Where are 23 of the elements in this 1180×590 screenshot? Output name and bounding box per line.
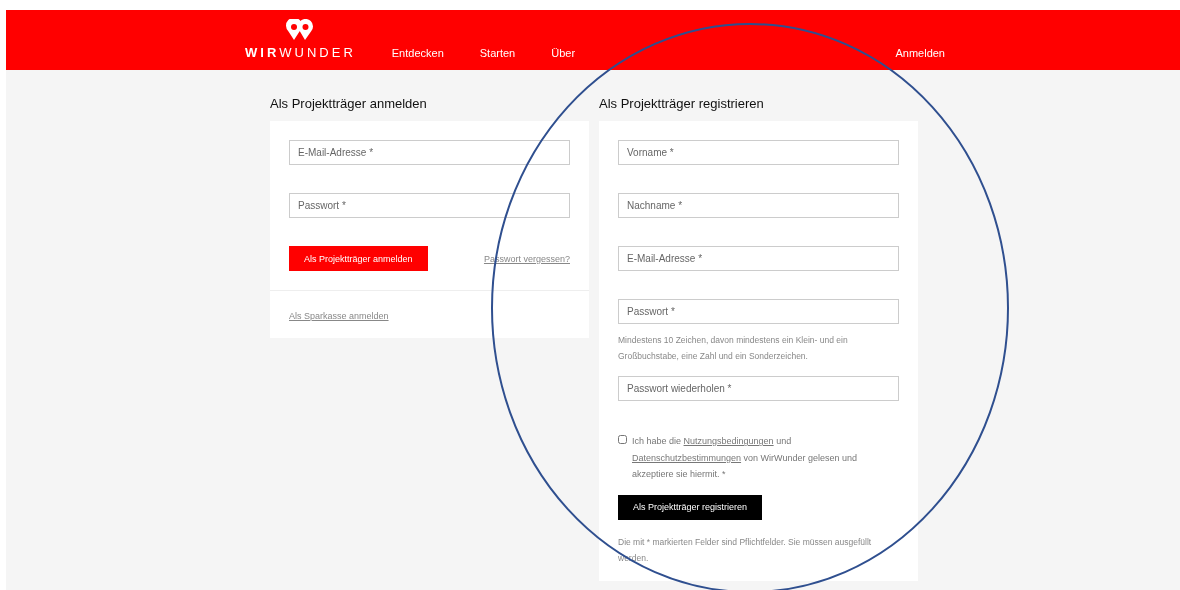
sparkasse-login-link[interactable]: Als Sparkasse anmelden <box>289 311 389 321</box>
register-button[interactable]: Als Projektträger registrieren <box>618 494 763 520</box>
input-field[interactable]: Passwort wiederholen * <box>618 376 899 401</box>
map-pin-pair-icon[interactable] <box>285 19 316 41</box>
input-field[interactable]: E-Mail-Adresse * <box>618 246 899 271</box>
terms-link[interactable]: Nutzungsbedingungen <box>683 436 774 446</box>
input-field[interactable]: Nachname * <box>618 193 899 218</box>
section-title: Als Projektträger anmelden <box>270 96 428 111</box>
privacy-link[interactable]: Datenschutzbestimmungen <box>632 452 742 463</box>
consent-text: Ich habe die Nutzungsbedingungen und Datenschutzbestimmungen von WirWunder gelesen und akzeptiere sie hiermit. * <box>632 435 858 481</box>
section-title: Als Projektträger registrieren <box>599 96 765 111</box>
login-link[interactable]: Anmelden <box>895 47 945 60</box>
nav-link[interactable]: Starten <box>479 47 516 60</box>
input-field[interactable]: Passwort * <box>289 193 570 218</box>
nav-link[interactable]: Entdecken <box>391 47 444 60</box>
input-field[interactable]: Passwort * <box>618 299 899 324</box>
consent-checkbox[interactable] <box>618 435 627 444</box>
logo-wordmark[interactable]: WIRWUNDER <box>245 45 356 60</box>
login-button[interactable]: Als Projektträger anmelden <box>289 246 428 271</box>
input-field[interactable]: Vorname * <box>618 140 899 165</box>
nav-link[interactable]: Über <box>551 47 576 60</box>
password-hint: Mindestens 10 Zeichen, davon mindestens ein Klein- und ein Großbuchstabe, eine Zahl und ein Sonderzeichen. <box>618 334 849 363</box>
input-field[interactable]: E-Mail-Adresse * <box>289 140 570 165</box>
